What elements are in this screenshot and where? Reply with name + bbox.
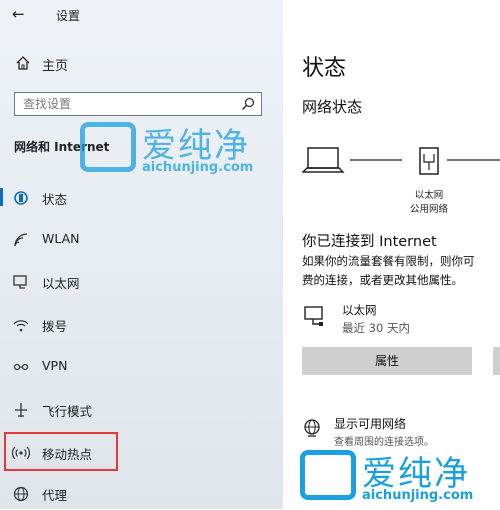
description-line: 如果你的流量套餐有限制，则你可 — [302, 254, 475, 268]
back-arrow-icon[interactable]: ← — [12, 5, 25, 23]
watermark-url: aichunjing.com — [362, 488, 474, 503]
ethernet-icon — [13, 275, 27, 289]
sidebar-item-label: 飞行模式 — [42, 404, 93, 419]
description-line: 费的连接，或者更改其他属性。 — [302, 273, 463, 287]
watermark-mark — [300, 450, 356, 500]
globe-icon — [13, 486, 29, 502]
ethernet-name: 以太网 — [342, 303, 377, 317]
main-content: 状态 网络状态 以太网 公用网络 你已连接到 Internet 如果你的流量套餐… — [283, 0, 500, 509]
sidebar-item-label: 代理 — [42, 488, 68, 503]
sidebar-item-label: 状态 — [42, 192, 68, 207]
sidebar-item-proxy[interactable]: 代理 — [0, 476, 283, 510]
home-nav-item[interactable]: 主页 — [0, 52, 283, 76]
ethernet-connection: 以太网 最近 30 天内 — [302, 300, 500, 336]
sidebar-item-wlan[interactable]: WLAN — [0, 222, 283, 256]
ethernet-icon — [304, 306, 323, 326]
settings-sidebar: ← 设置 主页 网络和 Internet 状态 WLAN — [0, 0, 283, 509]
data-usage-button[interactable] — [493, 347, 500, 375]
sidebar-item-airplane-mode[interactable]: 飞行模式 — [0, 392, 283, 426]
watermark-logo: 爱纯净 aichunjing.com — [80, 122, 300, 188]
router-caption-profile: 公用网络 — [409, 204, 448, 215]
status-icon — [14, 191, 28, 205]
watermark-mark — [80, 122, 136, 172]
show-networks-title: 显示可用网络 — [334, 417, 407, 431]
ethernet-usage: 最近 30 天内 — [342, 321, 410, 335]
watermark-url: aichunjing.com — [142, 160, 254, 175]
vpn-icon — [13, 363, 29, 371]
dialup-icon — [13, 320, 29, 332]
airplane-icon — [15, 403, 27, 417]
search-icon[interactable] — [241, 97, 255, 111]
home-label: 主页 — [42, 59, 69, 74]
sidebar-item-label: VPN — [42, 358, 68, 373]
sidebar-item-dialup[interactable]: 拨号 — [0, 307, 283, 341]
selected-indicator — [0, 188, 3, 206]
router-icon — [419, 147, 439, 175]
network-status-heading: 网络状态 — [302, 98, 363, 116]
watermark-logo: 爱纯净 aichunjing.com — [300, 450, 500, 509]
router-caption-type: 以太网 — [414, 190, 444, 201]
page-title: 状态 — [302, 56, 347, 81]
hotspot-highlight-box — [4, 432, 118, 471]
network-diagram: 以太网 公用网络 — [301, 140, 500, 220]
search-input[interactable] — [15, 93, 251, 115]
sidebar-item-label: 以太网 — [42, 276, 80, 291]
computer-icon — [301, 147, 345, 173]
app-title: 设置 — [56, 9, 81, 23]
sidebar-item-label: 拨号 — [42, 319, 68, 334]
properties-button[interactable]: 属性 — [302, 347, 472, 375]
globe-icon — [304, 419, 320, 437]
connection-description: 如果你的流量套餐有限制，则你可 费的连接，或者更改其他属性。 — [302, 252, 500, 290]
wifi-icon — [14, 233, 28, 247]
home-icon — [16, 56, 30, 70]
title-bar: ← 设置 — [0, 0, 283, 32]
sidebar-item-ethernet[interactable]: 以太网 — [0, 264, 283, 298]
connected-heading: 你已连接到 Internet — [302, 234, 437, 250]
sidebar-item-vpn[interactable]: VPN — [0, 349, 283, 383]
show-available-networks[interactable]: 显示可用网络 查看周围的连接选项。 — [302, 414, 500, 450]
sidebar-item-label: WLAN — [42, 231, 80, 246]
search-box[interactable] — [14, 92, 262, 116]
